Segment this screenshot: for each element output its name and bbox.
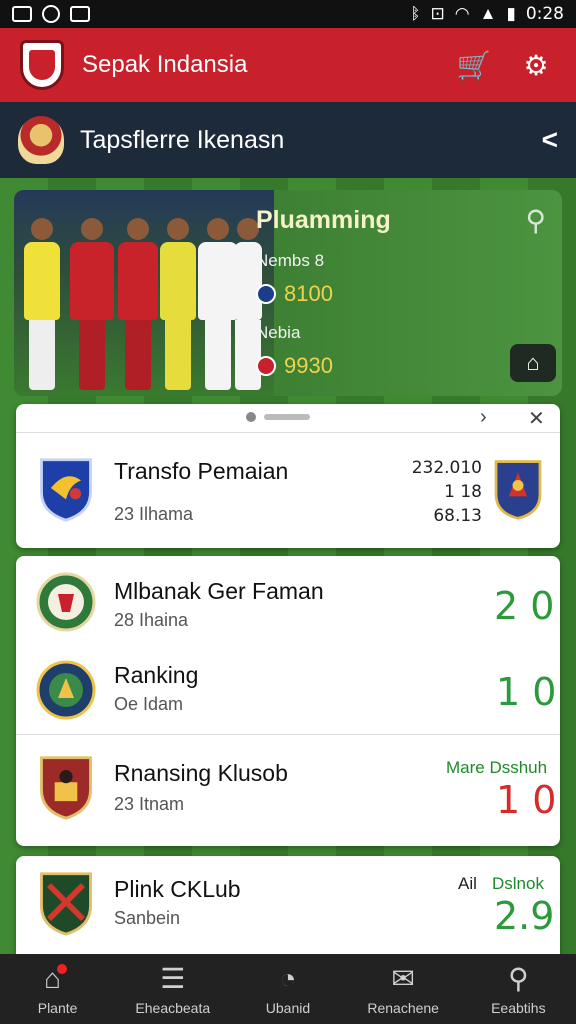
wifi-icon: ◠ xyxy=(454,4,470,23)
row-tag: Mare Dsshuh xyxy=(446,758,548,777)
drag-handle[interactable] xyxy=(246,412,310,422)
nav-list[interactable]: ☰ Eheacbeata xyxy=(118,962,228,1016)
match-score: 1 0 xyxy=(496,778,557,822)
player-figure xyxy=(198,218,238,390)
row-title: Rnansing Klusob xyxy=(114,760,288,786)
player-figure xyxy=(160,218,196,390)
section-title: Tapsflerre Ikenasn xyxy=(80,125,285,154)
close-icon[interactable]: ✕ xyxy=(528,406,545,431)
garuda-emblem xyxy=(18,116,64,164)
stat-value: 1 18 xyxy=(444,482,482,502)
status-right-icons: ᛔ ⊡ ◠ ▲ ▮ 0:28 xyxy=(410,4,564,24)
app-bar: Sepak Indansia 🛒 ⚙ xyxy=(0,28,576,102)
row-title: Ranking xyxy=(114,662,199,688)
nav-label: Eeabtihs xyxy=(491,1000,546,1016)
nav-label: Plante xyxy=(37,1000,78,1016)
list-icon: ☰ xyxy=(160,963,186,994)
nav-home[interactable]: ⌂ Plante xyxy=(3,962,113,1016)
divider xyxy=(16,432,560,433)
home-icon: ⌂ xyxy=(3,962,113,996)
match-score: 2 0 xyxy=(494,584,555,628)
hero-label-1: Nembs 8 xyxy=(256,251,325,270)
ranking-card[interactable]: Mlbanak Ger Faman 28 Ihaina 2 0 Ranking … xyxy=(16,556,560,846)
row-tag: Dslnok xyxy=(492,874,544,893)
nav-mail[interactable]: ✉ Renachene xyxy=(348,962,458,1016)
hero-value-2-text: 9930 xyxy=(284,353,333,378)
row-subtitle: 23 Itnam xyxy=(114,794,185,814)
mail-icon: ✉ xyxy=(391,963,415,994)
nav-label: Ubanid xyxy=(265,1000,311,1016)
app-logo[interactable] xyxy=(20,40,64,90)
home-icon[interactable]: ⌂ xyxy=(510,344,556,382)
club-card[interactable]: Plink CKLub Sanbein Ail Dslnok 2.9 xyxy=(16,856,560,956)
row-title: Mlbanak Ger Faman xyxy=(114,578,324,604)
cart-icon[interactable]: 🛒 xyxy=(454,45,494,85)
divider xyxy=(16,734,560,735)
club-crest xyxy=(36,660,96,720)
player-figure xyxy=(24,218,60,390)
search-icon: ⚲ xyxy=(508,963,529,994)
signal-icon: ▲ xyxy=(479,4,497,23)
hero-value-1-text: 8100 xyxy=(284,281,333,306)
player-figure xyxy=(70,218,114,390)
nav-label: Renachene xyxy=(367,1000,439,1016)
nav-clock[interactable]: ◔ Ubanid xyxy=(233,962,343,1016)
card-subtitle: 23 Ilhama xyxy=(114,504,194,524)
club-crest xyxy=(40,458,92,522)
club-crest xyxy=(36,572,96,632)
club-crest xyxy=(494,460,542,520)
logo-inner xyxy=(29,50,55,80)
image-icon xyxy=(12,6,32,22)
share-icon[interactable]: < xyxy=(542,124,558,156)
row-subtitle: Oe Idam xyxy=(114,694,184,714)
nav-search[interactable]: ⚲ Eeabtihs xyxy=(463,962,573,1016)
battery-icon: ▮ xyxy=(506,4,516,23)
hero-banner[interactable]: Pluamming Nembs 8 8100 Nebia 9930 ⚲ ⌂ xyxy=(14,190,562,396)
row-subtitle: 28 Ihaina xyxy=(114,610,189,630)
hero-value-1: 8100 xyxy=(256,281,391,307)
club-crest xyxy=(40,872,92,936)
hero-value-2: 9930 xyxy=(256,353,391,379)
player-figure xyxy=(118,218,158,390)
messenger-icon xyxy=(42,5,60,23)
clock-icon: ◔ xyxy=(279,963,297,994)
stats-column: 232.010 1 18 68.13 xyxy=(376,456,482,528)
nfc-icon: ⊡ xyxy=(430,4,445,23)
club-crest xyxy=(40,756,92,820)
notification-dot xyxy=(57,964,68,974)
search-icon[interactable]: ⚲ xyxy=(525,204,546,237)
card-subtitle: Sanbein xyxy=(114,908,181,928)
row-tag: Ail xyxy=(458,874,477,893)
stat-value: 68.13 xyxy=(433,506,482,526)
clock-time: 0:28 xyxy=(525,4,564,24)
hero-info: Pluamming Nembs 8 8100 Nebia 9930 xyxy=(256,206,391,379)
section-header: Tapsflerre Ikenasn < xyxy=(0,102,576,178)
status-bar: ᛔ ⊡ ◠ ▲ ▮ 0:28 xyxy=(0,0,576,28)
match-score: 2.9 xyxy=(494,894,555,938)
card-title: Transfo Pemaian xyxy=(114,458,289,484)
card-title: Plink CKLub xyxy=(114,876,241,902)
chat-icon xyxy=(70,6,90,22)
chevron-right-icon[interactable]: › xyxy=(480,406,487,429)
stat-value: 232.010 xyxy=(411,458,482,478)
match-score: 1 0 xyxy=(496,670,557,714)
team-photo xyxy=(14,190,274,396)
hero-title: Pluamming xyxy=(256,206,391,234)
hero-label-2: Nebia xyxy=(256,323,301,342)
badge-icon xyxy=(256,284,276,304)
transfer-card[interactable]: › ✕ Transfo Pemaian 23 Ilhama 232.010 1 … xyxy=(16,404,560,548)
nav-label: Eheacbeata xyxy=(135,1000,211,1016)
status-left-icons xyxy=(12,5,90,23)
vibrate-icon: ᛔ xyxy=(410,4,421,23)
bottom-nav: ⌂ Plante ☰ Eheacbeata ◔ Ubanid ✉ Renache… xyxy=(0,954,576,1024)
badge-icon xyxy=(256,356,276,376)
settings-icon[interactable]: ⚙ xyxy=(516,45,556,85)
app-title: Sepak Indansia xyxy=(82,51,248,78)
